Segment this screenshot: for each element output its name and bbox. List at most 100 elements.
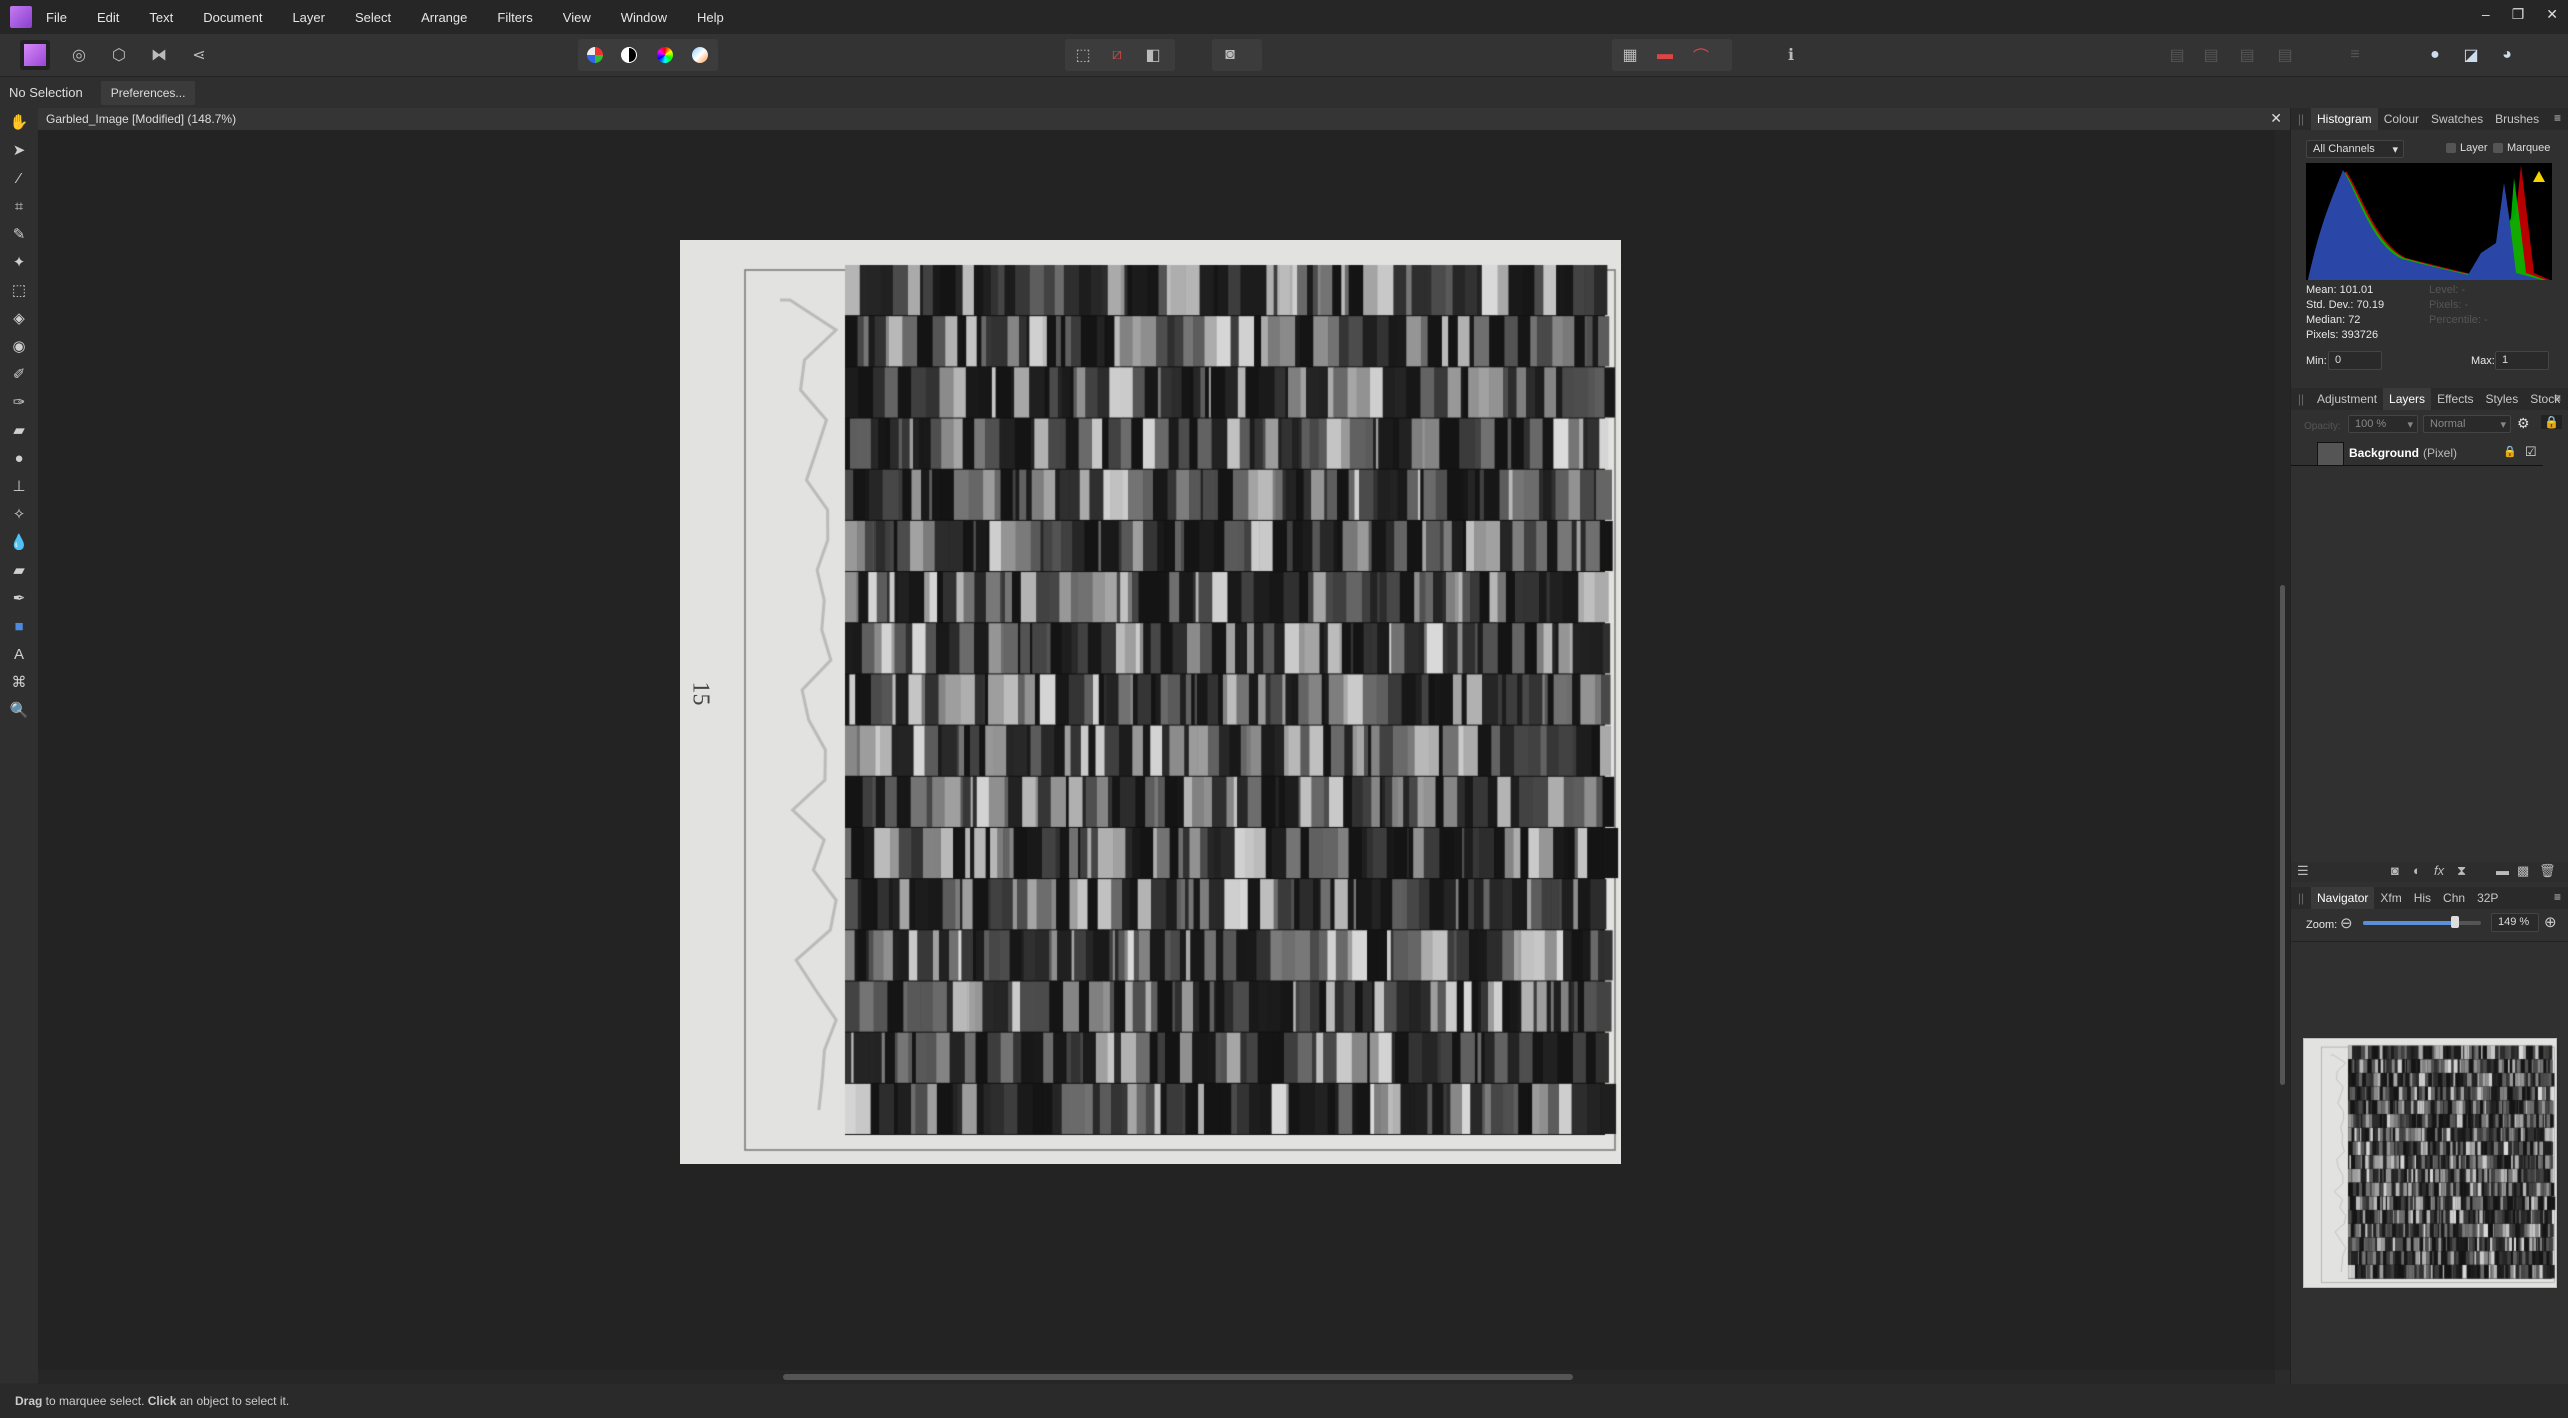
- zoom-tool-icon[interactable]: 🔍: [0, 696, 38, 724]
- restore-button[interactable]: ❐: [2512, 6, 2525, 23]
- delete-layer-icon[interactable]: 🗑: [2539, 863, 2556, 879]
- navigator-preview[interactable]: [2303, 1038, 2557, 1288]
- selection-brush-tool-icon[interactable]: ✎: [0, 220, 38, 248]
- transform-button[interactable]: ≡: [2340, 40, 2370, 70]
- vertical-scroll-thumb[interactable]: [2280, 585, 2285, 1085]
- export-persona-button[interactable]: ⋖: [184, 40, 214, 70]
- tab-navigator[interactable]: Navigator: [2311, 887, 2375, 909]
- close-document-icon[interactable]: ✕: [2270, 110, 2282, 127]
- paint-brush-tool-icon[interactable]: ✐: [0, 360, 38, 388]
- layer-row-background[interactable]: Background (Pixel) 🔒 ☑: [2291, 440, 2543, 466]
- user-button[interactable]: ◕: [2492, 40, 2522, 70]
- tab-histogram[interactable]: Histogram: [2311, 108, 2378, 130]
- mesh-warp-tool-icon[interactable]: ⌘: [0, 668, 38, 696]
- menu-view[interactable]: View: [563, 10, 591, 25]
- channel-select[interactable]: All Channels ▾: [2306, 140, 2404, 158]
- white-balance-button[interactable]: [685, 40, 715, 70]
- arrange-button[interactable]: ▤: [2196, 40, 2226, 70]
- menu-layer[interactable]: Layer: [292, 10, 325, 25]
- tab-brushes[interactable]: Brushes: [2489, 108, 2545, 130]
- view-mode-button[interactable]: ●: [2420, 40, 2450, 70]
- adjustment-icon[interactable]: ◐: [2413, 863, 2421, 878]
- menu-document[interactable]: Document: [203, 10, 262, 25]
- blur-tool-icon[interactable]: 💧: [0, 528, 38, 556]
- zoom-in-icon[interactable]: ⊕: [2544, 913, 2557, 931]
- order-button[interactable]: ▤: [2232, 40, 2262, 70]
- zoom-field[interactable]: 149 %: [2491, 913, 2539, 932]
- preferences-button[interactable]: Preferences...: [100, 80, 196, 105]
- tab-transform[interactable]: Xfm: [2374, 887, 2407, 909]
- tab-colour[interactable]: Colour: [2378, 108, 2425, 130]
- menu-edit[interactable]: Edit: [97, 10, 119, 25]
- tone-mapping-persona-button[interactable]: ⧓: [144, 40, 174, 70]
- menu-help[interactable]: Help: [697, 10, 724, 25]
- develop-persona-button[interactable]: ⬡: [104, 40, 134, 70]
- assistant-button[interactable]: ℹ: [1776, 40, 1806, 70]
- layer-settings-icon[interactable]: ⚙: [2517, 415, 2530, 432]
- tab-channels[interactable]: Chn: [2437, 887, 2471, 909]
- tab-32p[interactable]: 32P: [2471, 887, 2504, 909]
- document-image[interactable]: 15: [680, 240, 1621, 1164]
- liquify-persona-button[interactable]: ◎: [64, 40, 94, 70]
- menu-text[interactable]: Text: [149, 10, 173, 25]
- min-field[interactable]: 0: [2328, 351, 2382, 370]
- hsl-button[interactable]: [650, 40, 680, 70]
- zoom-slider[interactable]: [2363, 916, 2481, 928]
- no-selection-button[interactable]: ⧄: [1102, 40, 1132, 70]
- photo-persona-button[interactable]: [20, 40, 50, 70]
- close-window-button[interactable]: ✕: [2546, 6, 2558, 23]
- black-white-button[interactable]: [614, 40, 644, 70]
- clone-tool-icon[interactable]: ⊥: [0, 472, 38, 500]
- flood-select-tool-icon[interactable]: ✦: [0, 248, 38, 276]
- rectangle-tool-icon[interactable]: ■: [0, 612, 38, 640]
- panel-menu-icon[interactable]: ≡: [2554, 111, 2561, 125]
- opacity-field[interactable]: 100 % ▾: [2348, 415, 2418, 433]
- snapping-button[interactable]: ▬: [1650, 40, 1680, 70]
- menu-filters[interactable]: Filters: [497, 10, 532, 25]
- move-tool-icon[interactable]: ➤: [0, 136, 38, 164]
- fx-icon[interactable]: fx: [2434, 863, 2444, 878]
- align-button[interactable]: ▤: [2162, 40, 2192, 70]
- marquee-tool-icon[interactable]: ⬚: [0, 276, 38, 304]
- lock-icon[interactable]: 🔒: [2541, 415, 2562, 429]
- snapping-options-button[interactable]: ⌒: [1686, 40, 1716, 70]
- vertical-scrollbar[interactable]: [2275, 130, 2290, 1370]
- layer-checkbox[interactable]: Layer: [2446, 142, 2488, 154]
- horizontal-scroll-thumb[interactable]: [783, 1374, 1573, 1380]
- tab-styles[interactable]: Styles: [2480, 388, 2525, 410]
- text-tool-icon[interactable]: A: [0, 640, 38, 668]
- quick-mask-button[interactable]: ◙: [1215, 40, 1245, 70]
- color-picker-tool-icon[interactable]: ⁄: [0, 164, 38, 192]
- panel-menu-icon[interactable]: ≡: [2554, 391, 2561, 405]
- gradient-tool-icon[interactable]: ◉: [0, 332, 38, 360]
- tab-layers[interactable]: Layers: [2383, 388, 2432, 410]
- red-eye-tool-icon[interactable]: ✧: [0, 500, 38, 528]
- levels-button[interactable]: [580, 40, 610, 70]
- tab-effects[interactable]: Effects: [2431, 388, 2479, 410]
- layer-lock-icon[interactable]: 🔒: [2503, 445, 2517, 458]
- healing-tool-icon[interactable]: ▰: [0, 556, 38, 584]
- erase-brush-tool-icon[interactable]: ▰: [0, 416, 38, 444]
- layer-visibility-checkbox[interactable]: ☑: [2525, 444, 2537, 460]
- horizontal-scrollbar[interactable]: [38, 1370, 2275, 1384]
- minimize-button[interactable]: –: [2482, 6, 2490, 23]
- flip-button[interactable]: ▤: [2270, 40, 2300, 70]
- hand-tool-icon[interactable]: ✋: [0, 108, 38, 136]
- menu-select[interactable]: Select: [355, 10, 391, 25]
- blend-mode-select[interactable]: Normal ▾: [2423, 415, 2511, 433]
- menu-arrange[interactable]: Arrange: [421, 10, 467, 25]
- color-replacement-tool-icon[interactable]: ✑: [0, 388, 38, 416]
- pen-tool-icon[interactable]: ✒: [0, 584, 38, 612]
- group-folder-icon[interactable]: ▬: [2496, 863, 2509, 878]
- snapping-grid-button[interactable]: ▦: [1615, 40, 1645, 70]
- crop-tool-icon[interactable]: ⌗: [0, 192, 38, 220]
- separated-mode-button[interactable]: ◪: [2456, 40, 2486, 70]
- flood-fill-tool-icon[interactable]: ◈: [0, 304, 38, 332]
- add-mask-icon[interactable]: ◙: [2391, 863, 2399, 878]
- panel-menu-icon[interactable]: ≡: [2554, 890, 2561, 904]
- add-pixel-layer-icon[interactable]: ▩: [2517, 863, 2529, 879]
- zoom-out-icon[interactable]: ⊖: [2340, 914, 2353, 932]
- document-tab[interactable]: Garbled_Image [Modified] (148.7%) ✕: [38, 108, 2290, 130]
- invert-selection-button[interactable]: ◧: [1138, 40, 1168, 70]
- layers-stack-icon[interactable]: ☰: [2297, 863, 2309, 879]
